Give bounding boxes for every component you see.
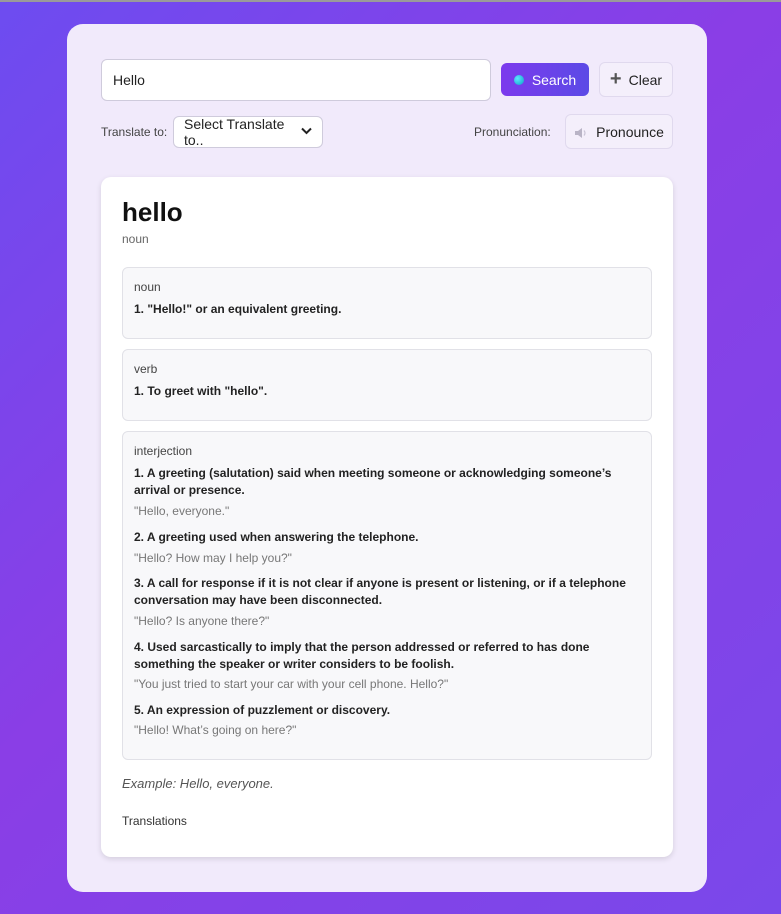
clear-button[interactable]: + Clear	[599, 62, 673, 97]
definition: 5. An expression of puzzlement or discov…	[134, 703, 391, 717]
search-button[interactable]: Search	[501, 63, 589, 96]
headword: hello	[122, 197, 183, 227]
search-button-label: Search	[531, 71, 577, 88]
definition-example: "Hello? Is anyone there?"	[134, 614, 270, 628]
meaning-pos: interjection	[134, 444, 193, 458]
definition-example: "Hello, everyone."	[134, 504, 230, 518]
headword-part-of-speech: noun	[122, 232, 149, 246]
meaning-block-noun: noun 1. "Hello!" or an equivalent greeti…	[122, 267, 652, 339]
usage-example: Example: Hello, everyone.	[122, 776, 274, 791]
dictionary-card: Search + Clear Translate to: Select Tran…	[67, 24, 707, 892]
translations-heading: Translations	[122, 814, 187, 828]
definition: 1. A greeting (salutation) said when mee…	[134, 466, 612, 497]
definition: 3. A call for response if it is not clea…	[134, 576, 626, 607]
pronounce-button[interactable]: Pronounce	[565, 114, 673, 149]
globe-icon	[513, 74, 524, 85]
translate-select[interactable]: Select Translate to..	[173, 116, 323, 148]
meaning-block-interjection: interjection 1. A greeting (salutation) …	[122, 431, 652, 760]
definition: 1. "Hello!" or an equivalent greeting.	[134, 302, 342, 316]
meaning-pos: noun	[134, 280, 161, 294]
definition: 2. A greeting used when answering the te…	[134, 530, 419, 544]
result-panel: hello noun noun 1. "Hello!" or an equiva…	[101, 177, 673, 857]
definition-example: "Hello! What’s going on here?"	[134, 723, 297, 737]
clear-button-label: Clear	[628, 71, 663, 88]
plus-icon: +	[609, 67, 622, 90]
chevron-down-icon	[301, 126, 312, 138]
translate-select-value: Select Translate to..	[184, 116, 285, 148]
speaker-icon	[574, 126, 588, 138]
meaning-block-verb: verb 1. To greet with "hello".	[122, 349, 652, 421]
definition-example: "You just tried to start your car with y…	[134, 677, 449, 691]
meaning-pos: verb	[134, 362, 158, 376]
pronounce-button-label: Pronounce	[596, 123, 664, 140]
search-input[interactable]	[101, 59, 491, 101]
pronunciation-label: Pronunciation:	[474, 125, 551, 139]
definition: 4. Used sarcastically to imply that the …	[134, 640, 590, 671]
definition: 1. To greet with "hello".	[134, 384, 268, 398]
translate-label: Translate to:	[101, 125, 168, 139]
window-top-border	[0, 0, 781, 2]
definition-example: "Hello? How may I help you?"	[134, 551, 292, 565]
